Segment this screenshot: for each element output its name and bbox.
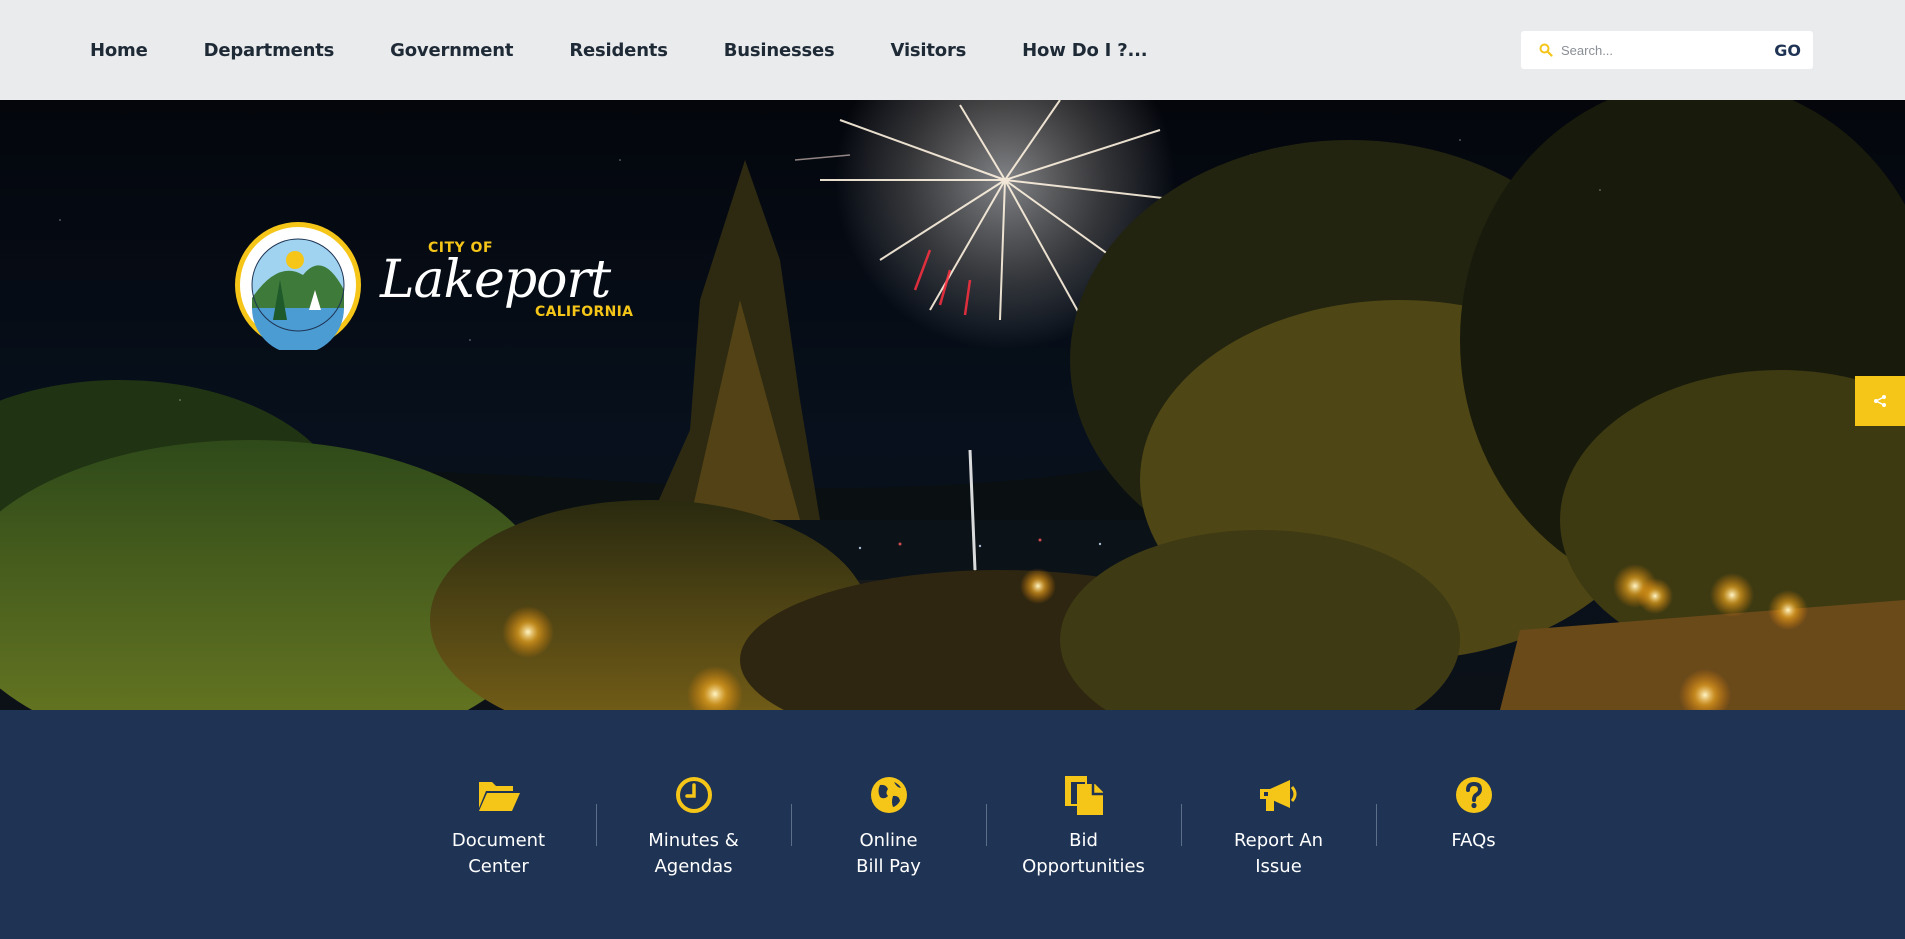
document-copy-icon	[1064, 776, 1103, 815]
fireworks-over-lake-photo	[0, 100, 1905, 710]
quick-link-label: Bid Opportunities	[1022, 830, 1145, 877]
clock-icon	[675, 777, 712, 813]
nav-item-businesses[interactable]: Businesses	[696, 40, 863, 61]
quick-link-label: Document Center	[451, 830, 546, 877]
main-nav: Home Departments Government Residents Bu…	[62, 0, 1175, 100]
quick-link-document-center[interactable]: Document Center	[401, 772, 596, 880]
quick-link-minutes-agendas[interactable]: Minutes & Agendas	[596, 772, 791, 880]
city-seal-icon[interactable]	[233, 220, 363, 355]
question-circle-icon	[1455, 777, 1492, 813]
nav-item-how-do-i[interactable]: How Do I ?...	[994, 40, 1175, 61]
quick-link-label: Minutes & Agendas	[648, 830, 739, 877]
folder-open-icon	[478, 782, 520, 811]
quick-link-report-an-issue[interactable]: Report An Issue	[1181, 772, 1376, 880]
hero-banner: CITY OF Lakeport CALIFORNIA	[0, 100, 1905, 710]
search-go-button[interactable]: GO	[1774, 41, 1801, 60]
search-icon	[1539, 43, 1553, 57]
quick-link-label: Report An Issue	[1233, 830, 1324, 877]
search-input[interactable]	[1561, 42, 1775, 58]
nav-item-visitors[interactable]: Visitors	[863, 40, 995, 61]
share-tab[interactable]	[1855, 376, 1905, 426]
nav-item-departments[interactable]: Departments	[176, 40, 363, 61]
globe-icon	[870, 777, 907, 813]
quick-link-label: FAQs	[1451, 830, 1496, 851]
city-name: Lakeport	[380, 250, 611, 310]
search-box: GO	[1521, 31, 1813, 69]
quick-link-online-bill-pay[interactable]: Online Bill Pay	[791, 772, 986, 880]
nav-item-residents[interactable]: Residents	[541, 40, 695, 61]
megaphone-icon	[1259, 780, 1296, 811]
share-icon	[1874, 395, 1886, 407]
state-label: CALIFORNIA	[535, 304, 634, 320]
quick-link-faqs[interactable]: FAQs	[1376, 772, 1571, 880]
top-navigation-bar: Home Departments Government Residents Bu…	[0, 0, 1905, 100]
quick-links-bar: Document Center Minutes & Agendas Online…	[0, 710, 1905, 939]
quick-link-bid-opportunities[interactable]: Bid Opportunities	[986, 772, 1181, 880]
quick-link-label: Online Bill Pay	[856, 830, 921, 877]
city-wordmark[interactable]: CITY OF Lakeport CALIFORNIA	[380, 238, 640, 328]
nav-item-government[interactable]: Government	[362, 40, 541, 61]
nav-item-home[interactable]: Home	[62, 40, 176, 61]
